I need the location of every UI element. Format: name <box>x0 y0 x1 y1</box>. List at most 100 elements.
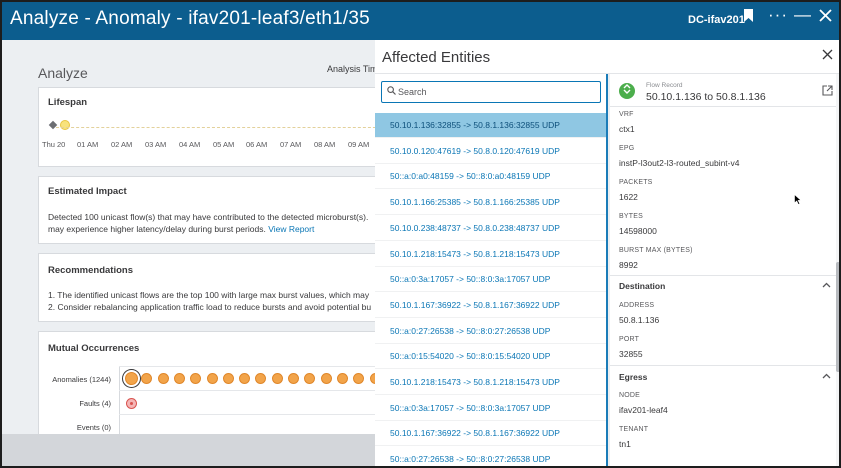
field-value: ctx1 <box>619 124 635 134</box>
time-axis-label: 04 AM <box>179 140 201 149</box>
flow-label: 50::a:0:3a:17057 -> 50::8:0:3a:17057 UDP <box>390 402 551 413</box>
scrollbar-thumb[interactable] <box>836 262 839 372</box>
anomaly-marker[interactable] <box>288 373 299 384</box>
flow-list-item[interactable]: 50::a:0:a0:48159 -> 50::8:0:a0:48159 UDP <box>375 164 606 190</box>
time-axis-label: 03 AM <box>145 140 167 149</box>
field-label: EPG <box>619 145 635 152</box>
flow-list-item[interactable]: 50.10.1.136:32855 -> 50.8.1.136:32855 UD… <box>375 113 606 138</box>
flow-label: 50.10.1.167:36922 -> 50.8.1.167:36922 UD… <box>390 299 560 310</box>
time-axis-label: Thu 20 <box>42 140 66 149</box>
flow-label: 50::a:0:3a:17057 -> 50::8:0:3a:17057 UDP <box>390 274 551 285</box>
flow-list-item[interactable]: 50.10.1.167:36922 -> 50.8.1.167:36922 UD… <box>375 293 606 318</box>
lifespan-title: Lifespan <box>48 97 88 108</box>
anomaly-marker[interactable] <box>336 373 348 384</box>
grid-line <box>119 366 387 367</box>
anomaly-marker[interactable] <box>173 373 185 384</box>
flow-label: 50.10.1.218:15473 -> 50.8.1.218:15473 UD… <box>390 248 560 259</box>
impact-text-line1: Detected 100 unicast flow(s) that may ha… <box>48 212 369 222</box>
affected-entities-header: Affected Entities <box>375 40 839 74</box>
field-label: PORT <box>619 336 640 343</box>
anomaly-marker[interactable] <box>206 373 218 384</box>
close-panel-icon[interactable] <box>822 47 833 65</box>
site-name: DC-ifav201 <box>688 14 745 26</box>
flow-list-item[interactable]: 50.10.0.120:47619 -> 50.8.0.120:47619 UD… <box>375 139 606 164</box>
field-label: PACKETS <box>619 179 653 186</box>
flow-label: 50.10.1.218:15473 -> 50.8.1.218:15473 UD… <box>390 377 560 387</box>
chevron-up-icon[interactable] <box>822 371 831 382</box>
flow-list-item[interactable]: 50::a:0:27:26538 -> 50::8:0:27:26538 UDP <box>375 319 606 344</box>
search-icon <box>387 86 396 98</box>
mouse-cursor-icon <box>794 193 802 208</box>
anomaly-marker[interactable] <box>190 373 202 384</box>
affected-entities-title: Affected Entities <box>382 49 491 66</box>
time-axis-label: 01 AM <box>77 140 99 149</box>
flow-list-item[interactable]: 50::a:0:3a:17057 -> 50::8:0:3a:17057 UDP <box>375 267 606 293</box>
anomaly-marker[interactable] <box>271 373 283 384</box>
flow-list-item[interactable]: 50.10.1.167:36922 -> 50.8.1.167:36922 UD… <box>375 421 606 447</box>
time-axis-label: 07 AM <box>280 140 302 149</box>
search-input[interactable] <box>398 84 596 100</box>
field-label: BYTES <box>619 213 643 220</box>
anomaly-marker[interactable] <box>141 373 153 384</box>
bookmark-icon[interactable] <box>743 8 754 28</box>
more-options-icon[interactable]: ··· <box>768 5 788 25</box>
time-axis-label: 06 AM <box>246 140 268 149</box>
flow-label: 50.10.1.167:36922 -> 50.8.1.167:36922 UD… <box>390 428 560 439</box>
time-axis-label: 02 AM <box>111 140 133 149</box>
field-value: 32855 <box>619 349 643 359</box>
field-label: NODE <box>619 392 641 399</box>
field-label: BURST MAX (BYTES) <box>619 247 693 254</box>
flow-list-pane: 50.10.1.136:32855 -> 50.8.1.136:32855 UD… <box>375 74 608 466</box>
flow-list-item[interactable]: 50.10.1.218:15473 -> 50.8.1.218:15473 UD… <box>375 242 606 267</box>
grid-divider <box>119 366 120 440</box>
anomaly-marker[interactable] <box>125 372 138 385</box>
flow-list-item[interactable]: 50.10.1.218:15473 -> 50.8.1.218:15473 UD… <box>375 370 606 395</box>
external-link-icon[interactable] <box>822 85 833 99</box>
divider <box>610 275 839 276</box>
flow-list-item[interactable]: 50::a:0:15:54020 -> 50::8:0:15:54020 UDP <box>375 344 606 370</box>
field-value: 50.8.1.136 <box>619 315 660 325</box>
recommendations-card: Recommendations 1. The identified unicas… <box>38 253 388 322</box>
anomaly-marker[interactable] <box>320 373 332 384</box>
flow-label: 50.10.0.120:47619 -> 50.8.0.120:47619 UD… <box>390 145 560 156</box>
flow-record-icon <box>619 83 635 99</box>
flow-label: 50.10.1.166:25385 -> 50.8.1.166:25385 UD… <box>390 197 560 208</box>
anomaly-marker[interactable] <box>157 373 169 384</box>
minimize-icon[interactable]: — <box>794 5 811 25</box>
anomaly-marker[interactable] <box>239 373 251 384</box>
flow-list-item[interactable]: 50::a:0:27:26538 -> 50::8:0:27:26538 UDP <box>375 447 606 466</box>
anomaly-marker[interactable] <box>255 373 267 384</box>
flow-list-item[interactable]: 50.10.1.166:25385 -> 50.8.1.166:25385 UD… <box>375 190 606 216</box>
egress-section-title[interactable]: Egress <box>619 372 647 382</box>
field-label: TENANT <box>619 426 649 433</box>
field-label: VRF <box>619 111 634 118</box>
anomaly-marker[interactable] <box>353 373 365 384</box>
window-title: Analyze - Anomaly - ifav201-leaf3/eth1/3… <box>10 8 370 29</box>
anomaly-start-marker[interactable] <box>60 120 70 130</box>
mutual-occurrences-title: Mutual Occurrences <box>48 343 140 354</box>
field-value: 8992 <box>619 260 638 270</box>
anomaly-marker[interactable] <box>222 373 234 384</box>
flow-label: 50::a:0:27:26538 -> 50::8:0:27:26538 UDP <box>390 325 551 336</box>
field-value: tn1 <box>619 439 631 449</box>
destination-section-title[interactable]: Destination <box>619 281 665 291</box>
field-value: ifav201-leaf4 <box>619 405 668 415</box>
recommendations-title: Recommendations <box>48 265 133 276</box>
flow-list-item[interactable]: 50::a:0:3a:17057 -> 50::8:0:3a:17057 UDP <box>375 396 606 421</box>
chevron-up-icon[interactable] <box>822 280 831 291</box>
view-report-link[interactable]: View Report <box>268 224 314 234</box>
flow-label: 50::a:0:15:54020 -> 50::8:0:15:54020 UDP <box>390 351 551 362</box>
analysis-time-label: Analysis Tim <box>327 64 378 74</box>
flow-label: 50.10.1.136:32855 -> 50.8.1.136:32855 UD… <box>390 120 560 130</box>
fault-marker[interactable] <box>126 398 137 409</box>
anomaly-marker[interactable] <box>304 373 316 384</box>
grid-line <box>119 390 387 391</box>
flow-label: 50::a:0:a0:48159 -> 50::8:0:a0:48159 UDP <box>390 171 551 182</box>
flow-label: 50.10.0.238:48737 -> 50.8.0.238:48737 UD… <box>390 222 560 233</box>
events-row-label: Events (0) <box>76 423 111 432</box>
search-box <box>381 81 601 103</box>
time-axis-label: 08 AM <box>314 140 336 149</box>
close-window-icon[interactable] <box>819 7 832 27</box>
faults-row-label: Faults (4) <box>79 399 111 408</box>
flow-list-item[interactable]: 50.10.0.238:48737 -> 50.8.0.238:48737 UD… <box>375 216 606 241</box>
